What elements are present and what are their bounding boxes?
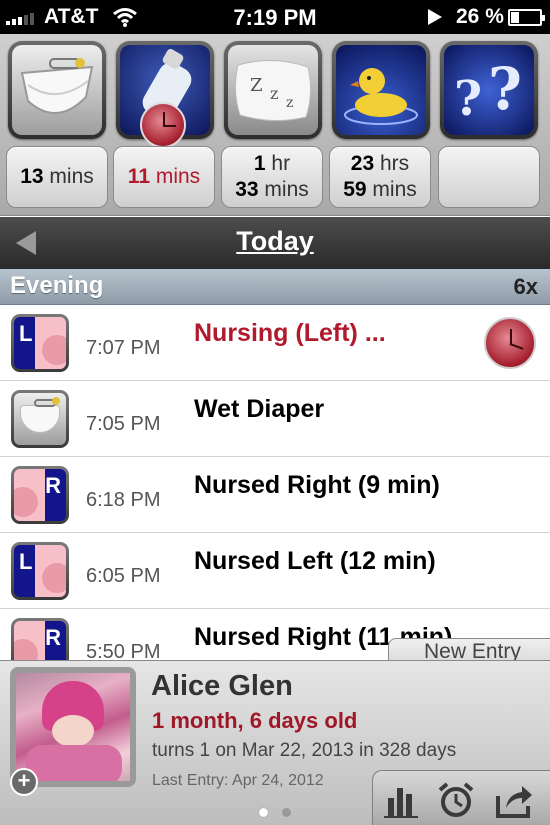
nursing-right-icon: R <box>11 466 69 524</box>
page-dot <box>282 808 291 817</box>
page-indicator[interactable] <box>0 808 550 817</box>
other-category-button[interactable]: ? ? <box>440 41 538 139</box>
entry-title: Nursed Left (12 min) <box>194 547 436 575</box>
section-header: Evening 6x <box>0 269 550 305</box>
nursing-left-icon: L <box>11 542 69 600</box>
baby-age: 1 month, 6 days old <box>152 708 358 733</box>
section-title: Evening <box>10 272 104 299</box>
entry-time: 6:18 PM <box>86 489 161 511</box>
entry-title: Nursed Right (9 min) <box>194 471 440 499</box>
bath-duck-icon <box>336 45 426 135</box>
list-item[interactable]: L 7:07 PM Nursing (Left) ... <box>0 305 550 381</box>
diaper-icon <box>11 390 69 448</box>
entry-time: 7:07 PM <box>86 337 161 359</box>
question-icon: ? ? <box>444 45 534 135</box>
last-entry-date: Last Entry: Apr 24, 2012 <box>152 772 324 789</box>
entry-time: 7:05 PM <box>86 413 161 435</box>
diaper-category-button[interactable] <box>8 41 106 139</box>
svg-text:Z: Z <box>250 75 263 96</box>
diaper-icon <box>12 45 102 135</box>
sleep-pillow-icon: Z z z <box>228 45 318 135</box>
svg-text:?: ? <box>488 55 522 123</box>
date-navigation-bar: Today <box>0 217 550 269</box>
section-count-badge: 6x <box>513 274 538 299</box>
entry-title: Nursing (Left) ... <box>194 319 386 347</box>
play-icon <box>428 9 442 25</box>
entry-time: 6:05 PM <box>86 565 161 587</box>
list-item[interactable]: 7:05 PM Wet Diaper <box>0 381 550 457</box>
svg-text:?: ? <box>454 71 482 127</box>
svg-text:z: z <box>270 84 278 103</box>
entry-title: Wet Diaper <box>194 395 325 423</box>
sleep-elapsed-timer: 1 hr 33 mins <box>221 146 323 208</box>
add-photo-button[interactable]: + <box>10 768 38 796</box>
list-item[interactable]: L 6:05 PM Nursed Left (12 min) <box>0 533 550 609</box>
bath-elapsed-timer: 23 hrs 59 mins <box>329 146 431 208</box>
current-date-title[interactable]: Today <box>0 226 550 257</box>
sleep-category-button[interactable]: Z z z <box>224 41 322 139</box>
other-elapsed-timer <box>438 146 540 208</box>
timer-clock-icon[interactable] <box>484 317 536 369</box>
list-item[interactable]: R 6:18 PM Nursed Right (9 min) <box>0 457 550 533</box>
baby-name: Alice Glen <box>151 670 293 702</box>
diaper-elapsed-timer: 13 mins <box>6 146 108 208</box>
status-bar: AT&T 7:19 PM 26 % <box>0 0 550 34</box>
category-bar: Z z z ? ? 13 mins 11 mins 1 hr 33 mins 2… <box>0 34 550 216</box>
entry-list: L 7:07 PM Nursing (Left) ... 7:05 PM Wet… <box>0 305 550 685</box>
active-timer-clock-icon <box>140 102 186 148</box>
battery-icon <box>508 9 545 26</box>
svg-text:z: z <box>286 95 293 111</box>
feeding-elapsed-timer: 11 mins <box>113 146 215 208</box>
birthday-countdown: turns 1 on Mar 22, 2013 in 328 days <box>152 740 457 761</box>
page-dot <box>259 808 268 817</box>
bath-category-button[interactable] <box>332 41 430 139</box>
nursing-left-icon: L <box>11 314 69 372</box>
battery-percent: 26 % <box>456 5 504 28</box>
baby-photo <box>16 673 130 781</box>
